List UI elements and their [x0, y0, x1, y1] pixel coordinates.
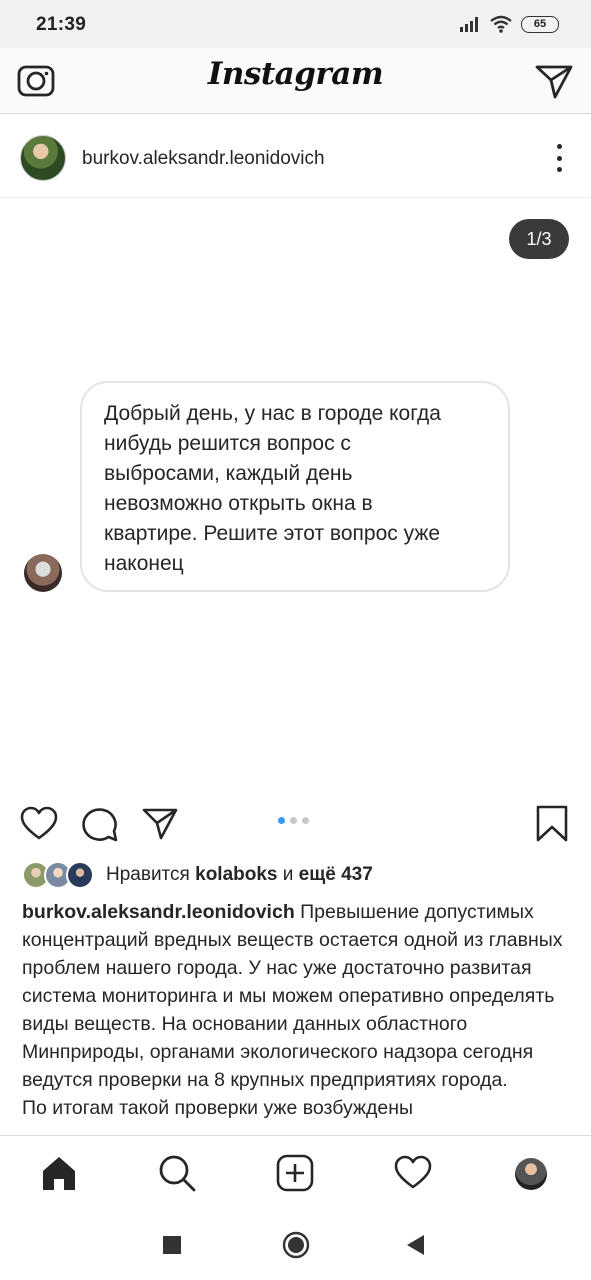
comment-icon[interactable]	[81, 805, 119, 843]
bookmark-icon[interactable]	[533, 805, 571, 843]
post-media[interactable]: 1/3 Добрый день, у нас в городе когда ни…	[0, 199, 591, 791]
paper-plane-icon[interactable]	[533, 60, 575, 102]
home-button-icon[interactable]	[282, 1231, 310, 1259]
liker-avatar	[66, 861, 94, 889]
profile-avatar[interactable]	[515, 1158, 547, 1190]
message-bubble: Добрый день, у нас в городе когда нибудь…	[80, 381, 510, 592]
likes-prefix: Нравится	[106, 864, 196, 885]
author-avatar[interactable]	[20, 135, 66, 181]
post-header: burkov.aleksandr.leonidovich	[0, 114, 591, 198]
media-counter: 1/3	[509, 219, 569, 259]
wifi-icon	[490, 15, 512, 33]
liker-username[interactable]: kolaboks	[195, 864, 277, 885]
battery-indicator: 65	[521, 15, 559, 33]
bottom-tab-bar	[0, 1135, 591, 1209]
carousel-dot	[302, 817, 309, 824]
activity-heart-icon[interactable]	[394, 1154, 432, 1192]
likes-conjunction: и	[277, 864, 299, 885]
status-icons: 65	[459, 15, 559, 33]
caption-text-continued: По итогам такой проверки уже возбуждены	[22, 1097, 413, 1119]
status-time: 21:39	[36, 14, 87, 35]
likes-count[interactable]: ещё 437	[299, 864, 373, 885]
back-icon[interactable]	[405, 1234, 425, 1256]
system-nav-bar	[0, 1209, 591, 1280]
likes-text: Нравится kolaboks и ещё 437	[106, 864, 373, 886]
more-options-icon[interactable]	[555, 144, 563, 172]
message-sender-avatar	[24, 554, 62, 592]
post-username[interactable]: burkov.aleksandr.leonidovich	[82, 148, 325, 170]
recent-apps-icon[interactable]	[163, 1236, 181, 1254]
like-heart-icon[interactable]	[20, 805, 58, 843]
liker-avatars	[22, 860, 102, 890]
post-caption: burkov.aleksandr.leonidovich Превышение …	[22, 898, 572, 1134]
caption-username[interactable]: burkov.aleksandr.leonidovich	[22, 901, 295, 923]
signal-icon	[460, 17, 478, 32]
caption-text: Превышение допустимых концентраций вредн…	[22, 901, 563, 1091]
carousel-dot-active	[278, 817, 285, 824]
status-bar: 21:39 65	[0, 0, 591, 48]
new-post-icon[interactable]	[276, 1154, 314, 1192]
share-icon[interactable]	[141, 805, 179, 843]
search-icon[interactable]	[158, 1154, 196, 1192]
carousel-indicator	[278, 817, 309, 824]
app-header: Instagram	[0, 48, 591, 114]
likes-row[interactable]: Нравится kolaboks и ещё 437	[22, 860, 373, 890]
home-icon[interactable]	[40, 1154, 78, 1192]
instagram-logo[interactable]: Instagram	[0, 56, 591, 92]
carousel-dot	[290, 817, 297, 824]
post-actions	[0, 795, 591, 851]
